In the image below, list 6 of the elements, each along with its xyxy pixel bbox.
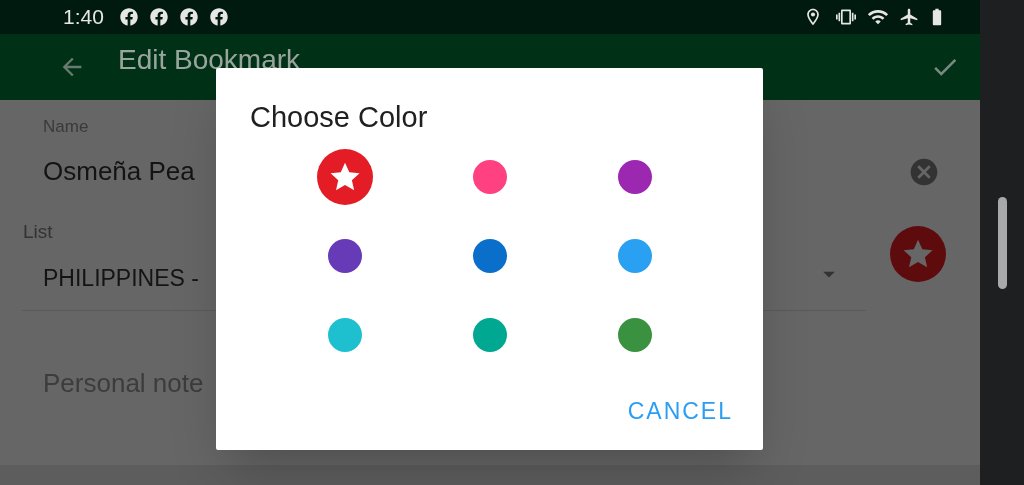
app-bar-title: Edit Bookmark xyxy=(118,43,301,77)
list-value: PHILIPPINES - xyxy=(43,263,199,293)
cancel-button[interactable]: CANCEL xyxy=(625,393,735,428)
dialog-title: Choose Color xyxy=(250,100,428,135)
status-time: 1:40 xyxy=(63,4,104,31)
name-value: Osmeña Pea xyxy=(43,155,195,188)
